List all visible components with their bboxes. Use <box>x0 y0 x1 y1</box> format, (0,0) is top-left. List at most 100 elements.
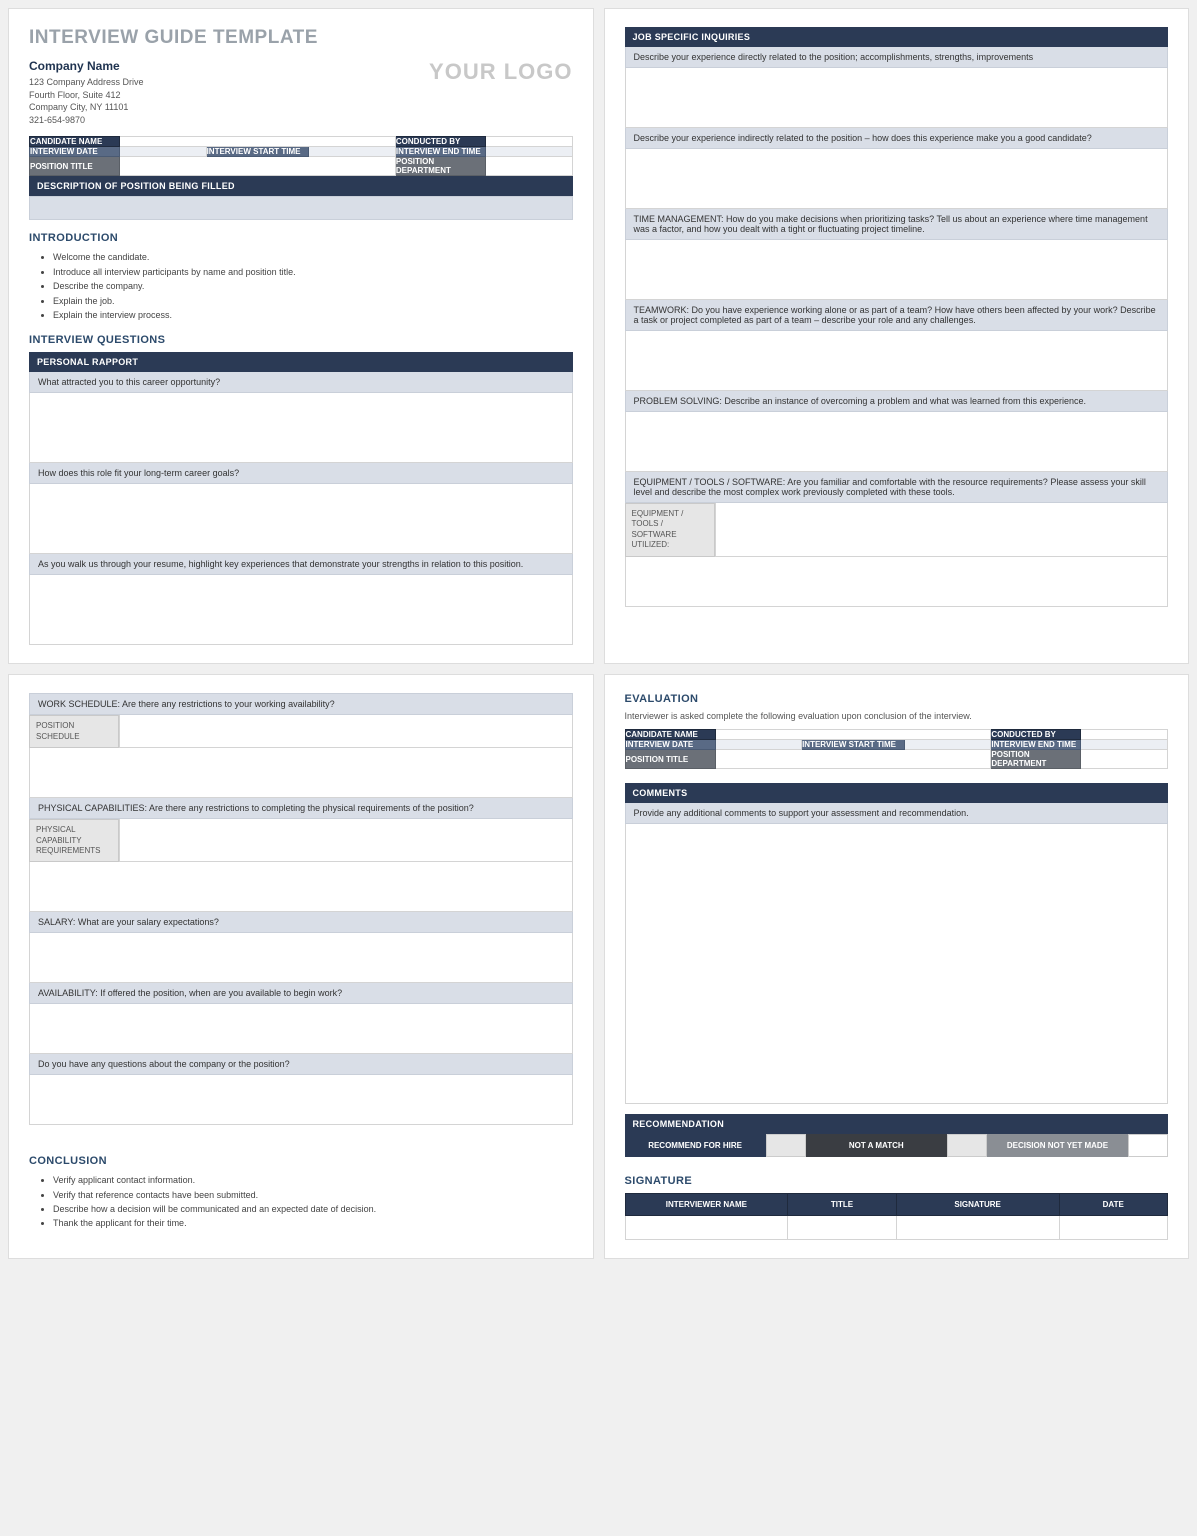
field-position-dept[interactable] <box>485 157 572 176</box>
field-candidate-name[interactable] <box>120 137 396 147</box>
job-a4[interactable] <box>625 331 1169 391</box>
sig-field-date[interactable] <box>1059 1216 1168 1240</box>
section-introduction: INTRODUCTION <box>29 232 573 244</box>
logo-placeholder: YOUR LOGO <box>429 59 572 85</box>
sig-field-signature[interactable] <box>896 1216 1059 1240</box>
evaluation-info-table: CANDIDATE NAME CONDUCTED BY INTERVIEW DA… <box>625 729 1169 769</box>
job-q4: TEAMWORK: Do you have experience working… <box>625 300 1169 331</box>
availability-a[interactable] <box>29 1004 573 1054</box>
eval-label-end: INTERVIEW END TIME <box>991 740 1081 750</box>
field-interview-date[interactable] <box>120 147 207 157</box>
not-match-button[interactable]: NOT A MATCH <box>806 1134 947 1157</box>
rec-spacer <box>947 1134 987 1157</box>
conclusion-bullet: Describe how a decision will be communic… <box>53 1202 573 1216</box>
field-interview-start[interactable] <box>309 147 396 157</box>
job-q3: TIME MANAGEMENT: How do you make decisio… <box>625 209 1169 240</box>
undecided-button[interactable]: DECISION NOT YET MADE <box>987 1134 1128 1157</box>
sig-header-name: INTERVIEWER NAME <box>625 1194 788 1216</box>
job-specific-header: JOB SPECIFIC INQUIRIES <box>625 27 1169 47</box>
work-schedule-q: WORK SCHEDULE: Are there any restriction… <box>29 693 573 715</box>
intro-bullet: Explain the interview process. <box>53 308 573 322</box>
sig-header-title: TITLE <box>788 1194 897 1216</box>
job-q5: PROBLEM SOLVING: Describe an instance of… <box>625 391 1169 412</box>
page-4: EVALUATION Interviewer is asked complete… <box>604 674 1190 1259</box>
field-conducted-by[interactable] <box>485 137 572 147</box>
label-position-dept: POSITION DEPARTMENT <box>395 157 485 176</box>
candidate-info-table: CANDIDATE NAME CONDUCTED BY INTERVIEW DA… <box>29 136 573 176</box>
physical-subfield[interactable] <box>119 819 573 862</box>
label-interview-end: INTERVIEW END TIME <box>395 147 485 157</box>
recommendation-header: RECOMMENDATION <box>625 1114 1169 1134</box>
company-name: Company Name <box>29 59 144 73</box>
job-q6: EQUIPMENT / TOOLS / SOFTWARE: Are you fa… <box>625 472 1169 503</box>
physical-q: PHYSICAL CAPABILITIES: Are there any res… <box>29 798 573 819</box>
label-candidate-name: CANDIDATE NAME <box>30 137 120 147</box>
sig-header-date: DATE <box>1059 1194 1168 1216</box>
rapport-q3: As you walk us through your resume, high… <box>29 554 573 575</box>
label-conducted-by: CONDUCTED BY <box>395 137 485 147</box>
eval-label-position: POSITION TITLE <box>625 750 715 769</box>
section-interview-questions: INTERVIEW QUESTIONS <box>29 334 573 346</box>
questions-q: Do you have any questions about the comp… <box>29 1054 573 1075</box>
salary-q: SALARY: What are your salary expectation… <box>29 912 573 933</box>
eval-field-end[interactable] <box>1081 740 1168 750</box>
eval-field-conducted[interactable] <box>1081 730 1168 740</box>
intro-bullet: Welcome the candidate. <box>53 250 573 264</box>
address-line-1: 123 Company Address Drive <box>29 76 144 89</box>
signature-table: INTERVIEWER NAME TITLE SIGNATURE DATE <box>625 1193 1169 1240</box>
page-3: WORK SCHEDULE: Are there any restriction… <box>8 674 594 1259</box>
intro-bullet: Explain the job. <box>53 294 573 308</box>
description-header: DESCRIPTION OF POSITION BEING FILLED <box>29 176 573 196</box>
intro-bullet: Introduce all interview participants by … <box>53 265 573 279</box>
work-schedule-a[interactable] <box>29 748 573 798</box>
sig-field-title[interactable] <box>788 1216 897 1240</box>
conclusion-bullet: Thank the applicant for their time. <box>53 1216 573 1230</box>
sig-field-name[interactable] <box>625 1216 788 1240</box>
availability-q: AVAILABILITY: If offered the position, w… <box>29 983 573 1004</box>
eval-label-dept: POSITION DEPARTMENT <box>991 750 1081 769</box>
physical-a[interactable] <box>29 862 573 912</box>
questions-a[interactable] <box>29 1075 573 1125</box>
field-position-title[interactable] <box>120 157 396 176</box>
section-conclusion: CONCLUSION <box>29 1155 573 1167</box>
rec-spacer <box>766 1134 806 1157</box>
page-2: JOB SPECIFIC INQUIRIES Describe your exp… <box>604 8 1190 664</box>
job-a1[interactable] <box>625 68 1169 128</box>
eval-field-date[interactable] <box>715 740 802 750</box>
eval-label-candidate: CANDIDATE NAME <box>625 730 715 740</box>
document-title: INTERVIEW GUIDE TEMPLATE <box>29 27 573 49</box>
job-a2[interactable] <box>625 149 1169 209</box>
job-a6[interactable] <box>625 557 1169 607</box>
rapport-a2[interactable] <box>29 484 573 554</box>
rec-spacer <box>1128 1134 1168 1157</box>
eval-field-position[interactable] <box>715 750 991 769</box>
rapport-a3[interactable] <box>29 575 573 645</box>
personal-rapport-header: PERSONAL RAPPORT <box>29 352 573 372</box>
recommend-hire-button[interactable]: RECOMMEND FOR HIRE <box>625 1134 766 1157</box>
job-a5[interactable] <box>625 412 1169 472</box>
introduction-bullets: Welcome the candidate. Introduce all int… <box>29 250 573 322</box>
job-a3[interactable] <box>625 240 1169 300</box>
eval-field-candidate[interactable] <box>715 730 991 740</box>
company-block: Company Name 123 Company Address Drive F… <box>29 59 144 126</box>
label-interview-date: INTERVIEW DATE <box>30 147 120 157</box>
address-line-2: Fourth Floor, Suite 412 <box>29 89 144 102</box>
section-evaluation: EVALUATION <box>625 693 1169 705</box>
rapport-q1: What attracted you to this career opport… <box>29 372 573 393</box>
field-interview-end[interactable] <box>485 147 572 157</box>
job-q6-subfield[interactable] <box>715 503 1169 557</box>
work-schedule-subfield[interactable] <box>119 715 573 748</box>
evaluation-instruction: Interviewer is asked complete the follow… <box>625 711 1169 721</box>
eval-field-dept[interactable] <box>1081 750 1168 769</box>
salary-a[interactable] <box>29 933 573 983</box>
address-line-3: Company City, NY 11101 <box>29 101 144 114</box>
rapport-q2: How does this role fit your long-term ca… <box>29 463 573 484</box>
job-q1: Describe your experience directly relate… <box>625 47 1169 68</box>
eval-field-start[interactable] <box>904 740 991 750</box>
work-schedule-sublabel: POSITION SCHEDULE <box>29 715 119 748</box>
comments-field[interactable] <box>625 824 1169 1104</box>
description-field[interactable] <box>29 196 573 220</box>
physical-sublabel: PHYSICAL CAPABILITY REQUIREMENTS <box>29 819 119 862</box>
eval-label-start: INTERVIEW START TIME <box>802 740 905 750</box>
rapport-a1[interactable] <box>29 393 573 463</box>
